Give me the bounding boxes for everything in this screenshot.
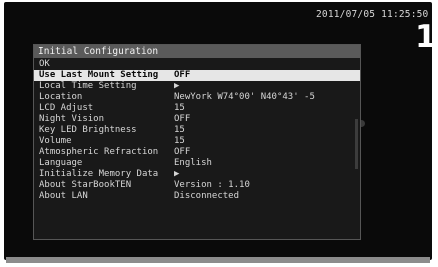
menu-item-label: Atmospheric Refraction bbox=[39, 147, 159, 157]
menu-scrollbar[interactable] bbox=[355, 119, 358, 169]
menu-item-label: LCD Adjust bbox=[39, 103, 94, 113]
menu-item-value: 15 bbox=[174, 136, 185, 146]
menu-item-label: OK bbox=[39, 59, 50, 69]
menu-item-atmospheric-refraction[interactable]: Atmospheric Refraction OFF bbox=[34, 147, 360, 158]
menu-item-value: English bbox=[174, 158, 212, 168]
menu-item-local-time-setting[interactable]: Local Time Setting ▶ bbox=[34, 81, 360, 92]
menu-item-label: Initialize Memory Data bbox=[39, 169, 159, 179]
menu-item-about-starbookten[interactable]: About StarBookTEN Version : 1.10 bbox=[34, 180, 360, 191]
menu-item-location[interactable]: Location NewYork W74°00' N40°43' -5 bbox=[34, 92, 360, 103]
menu-item-value bbox=[174, 59, 360, 70]
initial-configuration-menu: Initial Configuration OK Use Last Mount … bbox=[33, 44, 361, 240]
menu-item-use-last-mount-setting[interactable]: Use Last Mount Setting OFF bbox=[34, 70, 360, 81]
menu-item-label: Volume bbox=[39, 136, 72, 146]
bezel-bottom-strip bbox=[6, 257, 430, 263]
menu-item-value: OFF bbox=[174, 70, 191, 80]
menu-item-label: Night Vision bbox=[39, 114, 105, 124]
menu-item-label: Local Time Setting bbox=[39, 81, 137, 91]
menu-item-lcd-adjust[interactable]: LCD Adjust 15 bbox=[34, 103, 360, 114]
page-number: 1 bbox=[415, 19, 432, 55]
menu-item-language[interactable]: Language English bbox=[34, 158, 360, 169]
submenu-arrow-icon: ▶ bbox=[174, 81, 180, 91]
menu-item-label: About LAN bbox=[39, 191, 88, 201]
menu-list: OK Use Last Mount Setting OFF Local Time… bbox=[34, 58, 360, 202]
menu-item-label: Location bbox=[39, 92, 83, 102]
menu-title: Initial Configuration bbox=[34, 45, 360, 58]
menu-item-volume[interactable]: Volume 15 bbox=[34, 136, 360, 147]
menu-item-value: 15 bbox=[174, 125, 185, 135]
submenu-arrow-icon: ▶ bbox=[174, 169, 180, 179]
menu-item-label: About StarBookTEN bbox=[39, 180, 132, 190]
menu-item-label: Key LED Brightness bbox=[39, 125, 137, 135]
menu-item-about-lan[interactable]: About LAN Disconnected bbox=[34, 191, 360, 202]
menu-item-ok[interactable]: OK bbox=[34, 59, 360, 70]
status-datetime: 2011/07/05 11:25:50 bbox=[316, 9, 429, 20]
menu-item-value: OFF bbox=[174, 147, 191, 157]
menu-item-value: Version : 1.10 bbox=[174, 180, 250, 190]
menu-item-value: OFF bbox=[174, 114, 191, 124]
menu-item-value: Disconnected bbox=[174, 191, 240, 201]
device-frame: 2011/07/05 11:25:50 1 Initial Configurat… bbox=[0, 0, 438, 267]
menu-item-value: 15 bbox=[174, 103, 185, 113]
menu-item-label: Language bbox=[39, 158, 83, 168]
menu-item-night-vision[interactable]: Night Vision OFF bbox=[34, 114, 360, 125]
menu-item-label: Use Last Mount Setting bbox=[39, 70, 159, 80]
menu-item-value: NewYork W74°00' N40°43' -5 bbox=[174, 92, 315, 102]
menu-item-key-led-brightness[interactable]: Key LED Brightness 15 bbox=[34, 125, 360, 136]
lcd-screen: 2011/07/05 11:25:50 1 Initial Configurat… bbox=[4, 2, 432, 260]
menu-item-initialize-memory-data[interactable]: Initialize Memory Data ▶ bbox=[34, 169, 360, 180]
